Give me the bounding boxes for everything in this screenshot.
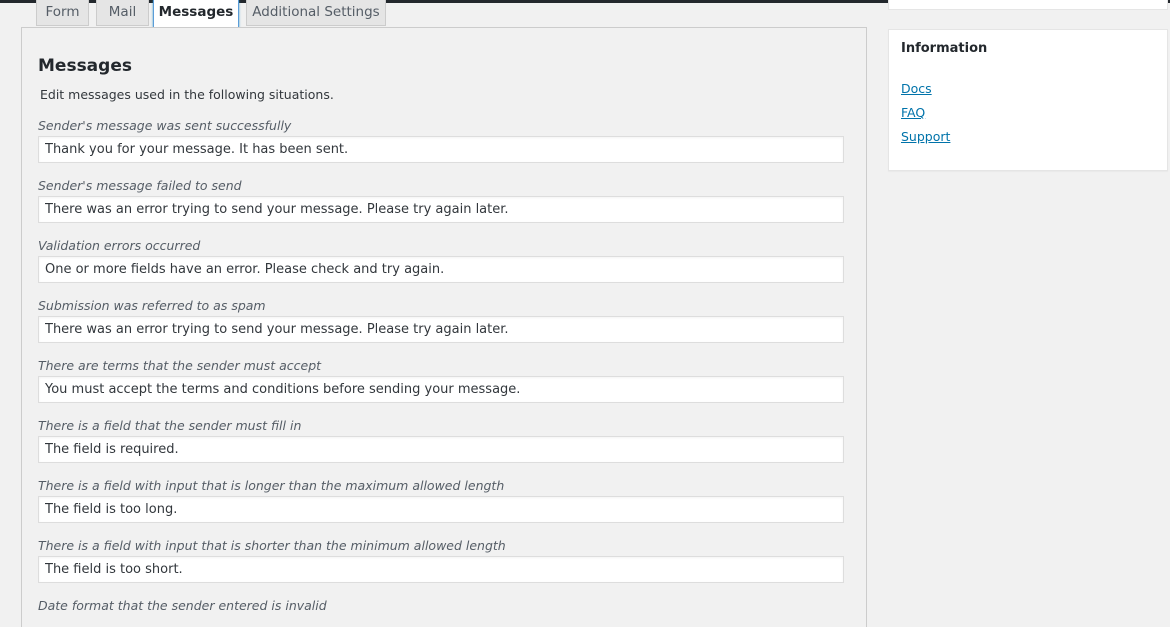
tab-messages[interactable]: Messages <box>153 0 239 28</box>
tab-form[interactable]: Form <box>36 0 89 26</box>
spam-input[interactable] <box>38 316 844 343</box>
field-label-invalid-required: There is a field that the sender must fi… <box>38 418 302 433</box>
invalid-required-input[interactable] <box>38 436 844 463</box>
faq-link[interactable]: FAQ <box>901 105 925 121</box>
invalid-too-long-input[interactable] <box>38 496 844 523</box>
field-label-mail-sent-ng: Sender's message failed to send <box>38 178 242 193</box>
tab-mail[interactable]: Mail <box>96 0 149 26</box>
field-label-mail-sent-ok: Sender's message was sent successfully <box>38 118 292 133</box>
field-label-accept-terms: There are terms that the sender must acc… <box>38 358 322 373</box>
field-label-validation-error: Validation errors occurred <box>38 238 201 253</box>
panel-title: Messages <box>38 56 132 76</box>
invalid-too-short-input[interactable] <box>38 556 844 583</box>
information-box: Information Docs FAQ Support <box>888 29 1168 171</box>
tab-additional-settings[interactable]: Additional Settings <box>246 0 386 26</box>
mail-sent-ok-input[interactable] <box>38 136 844 163</box>
docs-link[interactable]: Docs <box>901 81 932 97</box>
field-label-invalid-too-long: There is a field with input that is long… <box>38 478 505 493</box>
accept-terms-input[interactable] <box>38 376 844 403</box>
panel-description: Edit messages used in the following situ… <box>40 87 334 102</box>
information-title: Information <box>901 41 988 56</box>
field-label-spam: Submission was referred to as spam <box>38 298 266 313</box>
support-link[interactable]: Support <box>901 129 950 145</box>
validation-error-input[interactable] <box>38 256 844 283</box>
field-label-invalid-too-short: There is a field with input that is shor… <box>38 538 506 553</box>
messages-panel: Messages Edit messages used in the follo… <box>21 27 867 627</box>
field-label-invalid-date: Date format that the sender entered is i… <box>38 598 327 613</box>
mail-sent-ng-input[interactable] <box>38 196 844 223</box>
sidebar-previous-box <box>888 0 1168 10</box>
